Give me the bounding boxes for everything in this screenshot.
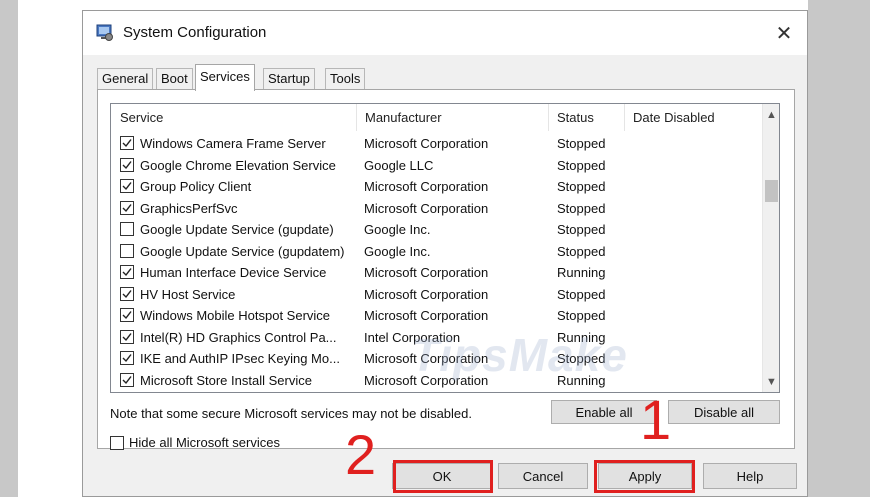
title-bar: System Configuration ✕	[83, 11, 807, 55]
service-checkbox[interactable]	[120, 157, 134, 172]
tab-boot[interactable]: Boot	[156, 68, 193, 90]
msconfig-icon	[95, 23, 115, 43]
service-checkbox[interactable]	[120, 329, 134, 344]
service-name: IKE and AuthIP IPsec Keying Mo...	[140, 351, 340, 366]
service-status: Stopped	[557, 136, 606, 151]
service-name: Google Chrome Elevation Service	[140, 157, 336, 173]
step-2-marker: 2	[345, 423, 377, 486]
service-manufacturer: Microsoft Corporation	[364, 179, 489, 194]
service-checkbox[interactable]	[120, 136, 134, 150]
service-name: Windows Camera Frame Server	[140, 136, 326, 151]
service-row[interactable]: Windows Camera Frame Server Microsoft Cor…	[111, 133, 763, 155]
tab-general[interactable]: General	[97, 68, 154, 90]
service-name: Windows Mobile Hotspot Service	[140, 308, 331, 323]
service-row[interactable]: HV Host Service Microsoft Corporation Stop…	[111, 284, 763, 306]
service-name: Intel(R) HD Graphics Control Pa...	[140, 329, 337, 345]
service-name: Google Update Service (gupdatem)	[140, 243, 345, 259]
service-row[interactable]: Google Update Service (gupdatem) Google I…	[111, 241, 763, 263]
service-status: Stopped	[557, 179, 606, 194]
column-header-service[interactable]: Service	[111, 104, 356, 131]
scrollbar-thumb[interactable]	[765, 180, 778, 202]
scroll-down-arrow-icon[interactable]: ▼	[763, 373, 779, 390]
service-name: Group Policy Client	[140, 179, 252, 194]
service-manufacturer: Microsoft Corporation	[364, 351, 489, 366]
ok-button-highlight	[393, 460, 493, 493]
service-checkbox[interactable]	[120, 372, 134, 387]
service-row[interactable]: Google Update Service (gupdate) Google In…	[111, 219, 763, 241]
system-configuration-window: System Configuration ✕ General Boot Serv…	[82, 10, 808, 497]
close-button[interactable]: ✕	[761, 11, 807, 55]
column-header-status[interactable]: Status	[548, 104, 624, 131]
list-header: Service Manufacturer Status Date Disable…	[111, 104, 763, 131]
service-status: Stopped	[557, 308, 606, 323]
apply-button-highlight	[594, 460, 695, 493]
service-row[interactable]: IKE and AuthIP IPsec Keying Mo... Microso…	[111, 348, 763, 370]
service-checkbox[interactable]	[120, 243, 134, 258]
service-status: Stopped	[557, 286, 606, 302]
service-checkbox[interactable]	[120, 308, 134, 322]
services-list[interactable]: Service Manufacturer Status Date Disable…	[110, 103, 780, 393]
right-margin	[808, 0, 870, 497]
service-name: Human Interface Device Service	[140, 265, 327, 280]
tab-services[interactable]: Services	[195, 64, 255, 91]
service-manufacturer: Microsoft Corporation	[364, 372, 489, 388]
secure-services-note: Note that some secure Microsoft services…	[110, 406, 472, 421]
window-title: System Configuration	[123, 24, 267, 41]
cancel-button[interactable]: Cancel	[498, 463, 588, 489]
service-row[interactable]: Group Policy Client Microsoft Corporation…	[111, 176, 763, 198]
column-header-date-disabled[interactable]: Date Disabled	[624, 104, 763, 131]
service-status: Stopped	[557, 243, 606, 259]
service-manufacturer: Microsoft Corporation	[364, 308, 489, 323]
service-manufacturer: Google Inc.	[364, 222, 431, 237]
hide-microsoft-services-label: Hide all Microsoft services	[129, 435, 280, 450]
service-row[interactable]: Human Interface Device Service Microsoft …	[111, 262, 763, 284]
tab-startup[interactable]: Startup	[263, 68, 315, 90]
service-checkbox[interactable]	[120, 286, 134, 301]
column-header-manufacturer[interactable]: Manufacturer	[356, 104, 548, 131]
service-manufacturer: Intel Corporation	[364, 329, 461, 345]
help-button[interactable]: Help	[703, 463, 797, 489]
service-row[interactable]: Intel(R) HD Graphics Control Pa... Intel …	[111, 327, 763, 349]
scroll-up-arrow-icon[interactable]: ▲	[763, 106, 779, 123]
service-checkbox[interactable]	[120, 179, 134, 193]
service-name: HV Host Service	[140, 286, 236, 302]
service-manufacturer: Microsoft Corporation	[364, 286, 489, 302]
service-checkbox[interactable]	[120, 200, 134, 215]
service-name: Microsoft Store Install Service	[140, 372, 312, 388]
service-row[interactable]: Windows Mobile Hotspot Service Microsoft …	[111, 305, 763, 327]
service-status: Stopped	[557, 157, 606, 173]
service-checkbox[interactable]	[120, 265, 134, 279]
service-manufacturer: Google LLC	[364, 157, 434, 173]
service-status: Running	[557, 265, 606, 280]
step-1-marker: 1	[640, 388, 672, 451]
service-status: Stopped	[557, 222, 606, 237]
service-manufacturer: Microsoft Corporation	[364, 265, 489, 280]
services-panel: Service Manufacturer Status Date Disable…	[97, 89, 795, 450]
service-name: Google Update Service (gupdate)	[140, 222, 334, 237]
service-status: Running	[557, 372, 606, 388]
service-status: Running	[557, 329, 606, 345]
vertical-scrollbar[interactable]: ▲ ▼	[762, 104, 779, 392]
disable-all-button[interactable]: Disable all	[668, 400, 780, 424]
service-manufacturer: Microsoft Corporation	[364, 200, 489, 216]
service-status: Stopped	[557, 200, 606, 216]
service-status: Stopped	[557, 351, 606, 366]
service-rows: Windows Camera Frame Server Microsoft Cor…	[111, 133, 763, 391]
service-checkbox[interactable]	[120, 222, 134, 236]
service-manufacturer: Google Inc.	[364, 243, 431, 259]
service-row[interactable]: Google Chrome Elevation Service Google LL…	[111, 155, 763, 177]
left-margin	[0, 0, 18, 497]
service-name: GraphicsPerfSvc	[140, 200, 238, 216]
hide-microsoft-services-checkbox[interactable]	[110, 436, 124, 450]
service-checkbox[interactable]	[120, 351, 134, 365]
tab-tools[interactable]: Tools	[325, 68, 366, 90]
service-row[interactable]: GraphicsPerfSvc Microsoft Corporation Stop…	[111, 198, 763, 220]
service-manufacturer: Microsoft Corporation	[364, 136, 489, 151]
